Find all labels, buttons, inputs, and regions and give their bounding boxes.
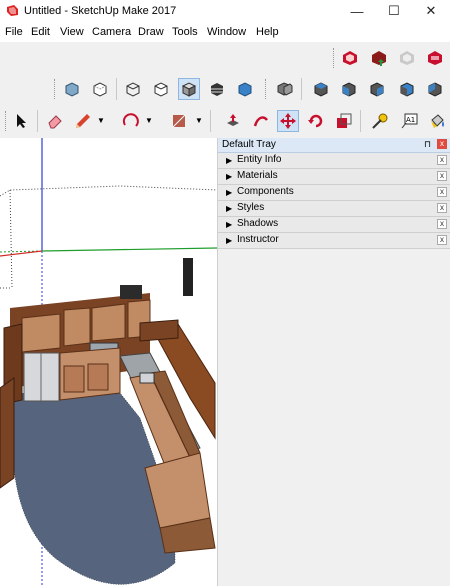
panel-materials[interactable]: ▶ Materials x xyxy=(218,169,450,185)
text-icon[interactable]: A1 xyxy=(398,110,420,132)
wall-oven xyxy=(183,258,193,296)
panel-close-button[interactable]: x xyxy=(437,235,447,245)
sink xyxy=(139,372,155,384)
menu-view[interactable]: View xyxy=(60,26,84,38)
move-icon[interactable] xyxy=(277,110,299,132)
upload-model-icon[interactable] xyxy=(368,47,390,69)
sketchup-logo-icon xyxy=(7,5,18,16)
toolbar-grip[interactable] xyxy=(333,48,337,68)
close-button[interactable]: ✕ xyxy=(412,0,450,22)
shaded-textures-style-icon[interactable] xyxy=(206,78,228,100)
panel-label: Components xyxy=(237,186,294,197)
panel-entity-info[interactable]: ▶ Entity Info x xyxy=(218,153,450,169)
toolbar-separator xyxy=(37,110,38,132)
warehouse-toolbar xyxy=(0,42,450,74)
toolbar-grip[interactable] xyxy=(265,79,269,99)
toolbar-separator xyxy=(210,110,211,132)
panel-label: Entity Info xyxy=(237,154,282,165)
arc-icon[interactable] xyxy=(120,110,142,132)
menu-draw[interactable]: Draw xyxy=(138,26,164,38)
panel-close-button[interactable]: x xyxy=(437,171,447,181)
toolbar-grip[interactable] xyxy=(54,79,58,99)
panel-label: Styles xyxy=(237,202,265,213)
expand-arrow-icon[interactable]: ▶ xyxy=(226,220,232,229)
panel-instructor[interactable]: ▶ Instructor x xyxy=(218,233,450,249)
back-view-icon[interactable] xyxy=(396,78,418,100)
green-axis xyxy=(41,247,217,252)
panel-components[interactable]: ▶ Components x xyxy=(218,185,450,201)
menu-window[interactable]: Window xyxy=(207,26,246,38)
front-view-icon[interactable] xyxy=(338,78,360,100)
kitchen-model-canvas[interactable] xyxy=(0,138,217,586)
maximize-button[interactable]: ☐ xyxy=(375,0,413,22)
chevron-down-icon[interactable]: ▼ xyxy=(195,116,203,125)
menu-file[interactable]: File xyxy=(5,26,23,38)
follow-me-icon[interactable] xyxy=(250,110,272,132)
panel-close-button[interactable]: x xyxy=(437,155,447,165)
window-title: Untitled - SketchUp Make 2017 xyxy=(24,5,177,17)
expand-arrow-icon[interactable]: ▶ xyxy=(226,204,232,213)
expand-arrow-icon[interactable]: ▶ xyxy=(226,188,232,197)
menu-bar: File Edit View Camera Draw Tools Window … xyxy=(0,22,450,42)
toolbar-separator xyxy=(301,78,302,100)
minimize-button[interactable]: — xyxy=(338,0,376,22)
toolbar-separator xyxy=(360,110,361,132)
tray-close-button[interactable]: x xyxy=(437,139,447,149)
menu-camera[interactable]: Camera xyxy=(92,26,131,38)
tray-title-bar[interactable]: Default Tray ⊓ x xyxy=(218,138,450,153)
pencil-icon[interactable] xyxy=(72,110,94,132)
panel-shadows[interactable]: ▶ Shadows x xyxy=(218,217,450,233)
panel-close-button[interactable]: x xyxy=(437,219,447,229)
hidden-line-style-icon[interactable] xyxy=(150,78,172,100)
top-view-icon[interactable] xyxy=(310,78,332,100)
menu-edit[interactable]: Edit xyxy=(31,26,50,38)
iso-view-icon[interactable] xyxy=(274,78,296,100)
monochrome-style-icon[interactable] xyxy=(234,78,256,100)
shaded-style-icon[interactable] xyxy=(178,78,200,100)
scale-icon[interactable] xyxy=(333,110,355,132)
share-component-icon[interactable] xyxy=(396,47,418,69)
default-tray: Default Tray ⊓ x ▶ Entity Info x ▶ Mater… xyxy=(218,138,450,586)
add-location-icon[interactable] xyxy=(339,47,361,69)
eraser-icon[interactable] xyxy=(44,110,66,132)
panel-label: Materials xyxy=(237,170,278,181)
panel-label: Instructor xyxy=(237,234,279,245)
tape-measure-icon[interactable] xyxy=(369,110,391,132)
rectangle-icon[interactable] xyxy=(168,110,190,132)
title-bar: Untitled - SketchUp Make 2017 — ☐ ✕ xyxy=(0,0,450,22)
toolbar-separator xyxy=(116,78,117,100)
menu-tools[interactable]: Tools xyxy=(172,26,198,38)
svg-text:A1: A1 xyxy=(406,116,415,124)
toolbar-grip[interactable] xyxy=(5,111,9,131)
chevron-down-icon[interactable]: ▼ xyxy=(97,116,105,125)
left-view-icon[interactable] xyxy=(424,78,446,100)
panel-styles[interactable]: ▶ Styles x xyxy=(218,201,450,217)
tray-title: Default Tray xyxy=(222,139,276,150)
upper-cabinet xyxy=(21,313,61,353)
pin-icon[interactable]: ⊓ xyxy=(424,139,431,150)
rotate-icon[interactable] xyxy=(305,110,327,132)
expand-arrow-icon[interactable]: ▶ xyxy=(226,156,232,165)
paint-bucket-icon[interactable] xyxy=(426,110,448,132)
select-icon[interactable] xyxy=(11,110,33,132)
push-pull-icon[interactable] xyxy=(222,110,244,132)
drawing-area-viewport[interactable] xyxy=(0,138,218,586)
panel-label: Shadows xyxy=(237,218,279,229)
chevron-down-icon[interactable]: ▼ xyxy=(145,116,153,125)
microwave xyxy=(120,285,142,299)
panel-close-button[interactable]: x xyxy=(437,203,447,213)
styles-views-toolbar xyxy=(0,74,450,104)
expand-arrow-icon[interactable]: ▶ xyxy=(226,236,232,245)
menu-help[interactable]: Help xyxy=(256,26,279,38)
expand-arrow-icon[interactable]: ▶ xyxy=(226,172,232,181)
back-edges-style-icon[interactable] xyxy=(89,78,111,100)
panel-close-button[interactable]: x xyxy=(437,187,447,197)
drawing-toolbar: ▼ ▼ ▼ A1 xyxy=(0,104,450,139)
extension-warehouse-icon[interactable] xyxy=(424,47,446,69)
xray-style-icon[interactable] xyxy=(61,78,83,100)
right-view-icon[interactable] xyxy=(366,78,388,100)
wireframe-style-icon[interactable] xyxy=(122,78,144,100)
